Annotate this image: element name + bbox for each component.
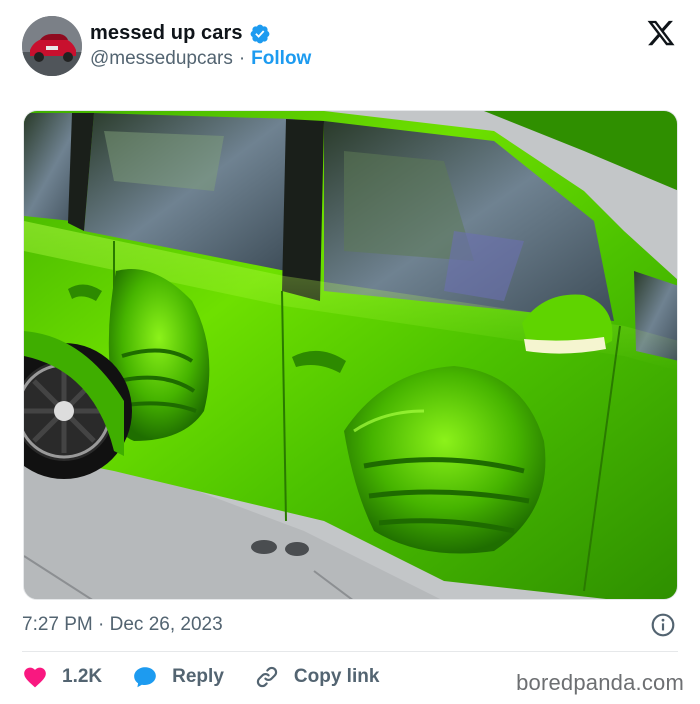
reply-button[interactable]: Reply <box>132 664 224 690</box>
post-photo[interactable] <box>23 110 678 600</box>
tweet-card: messed up cars @messedupcars · Follow 7:… <box>0 0 700 704</box>
source-watermark: boredpanda.com <box>516 670 684 695</box>
info-icon[interactable] <box>650 612 676 638</box>
reply-label: Reply <box>172 666 224 687</box>
tweet-header: messed up cars @messedupcars · Follow <box>22 16 682 78</box>
like-button[interactable]: 1.2K <box>22 664 102 690</box>
account-handle[interactable]: @messedupcars <box>90 48 233 70</box>
reply-bubble-icon <box>132 664 158 690</box>
avatar[interactable] <box>22 16 82 76</box>
action-bar: 1.2K Reply Copy link <box>22 662 409 692</box>
post-meta: 7:27 PM · Dec 26, 2023 <box>22 612 678 640</box>
display-name[interactable]: messed up cars <box>90 22 243 45</box>
follow-button[interactable]: Follow <box>251 48 311 70</box>
separator-dot: · <box>238 48 246 69</box>
x-logo-icon[interactable] <box>646 18 676 48</box>
divider <box>22 651 678 652</box>
copy-link-button[interactable]: Copy link <box>254 664 380 690</box>
like-count: 1.2K <box>62 666 103 687</box>
verified-badge-icon <box>249 23 271 45</box>
post-timestamp[interactable]: 7:27 PM · Dec 26, 2023 <box>22 614 223 636</box>
heart-icon <box>22 664 48 690</box>
link-icon <box>254 664 280 690</box>
copy-link-label: Copy link <box>293 666 380 687</box>
